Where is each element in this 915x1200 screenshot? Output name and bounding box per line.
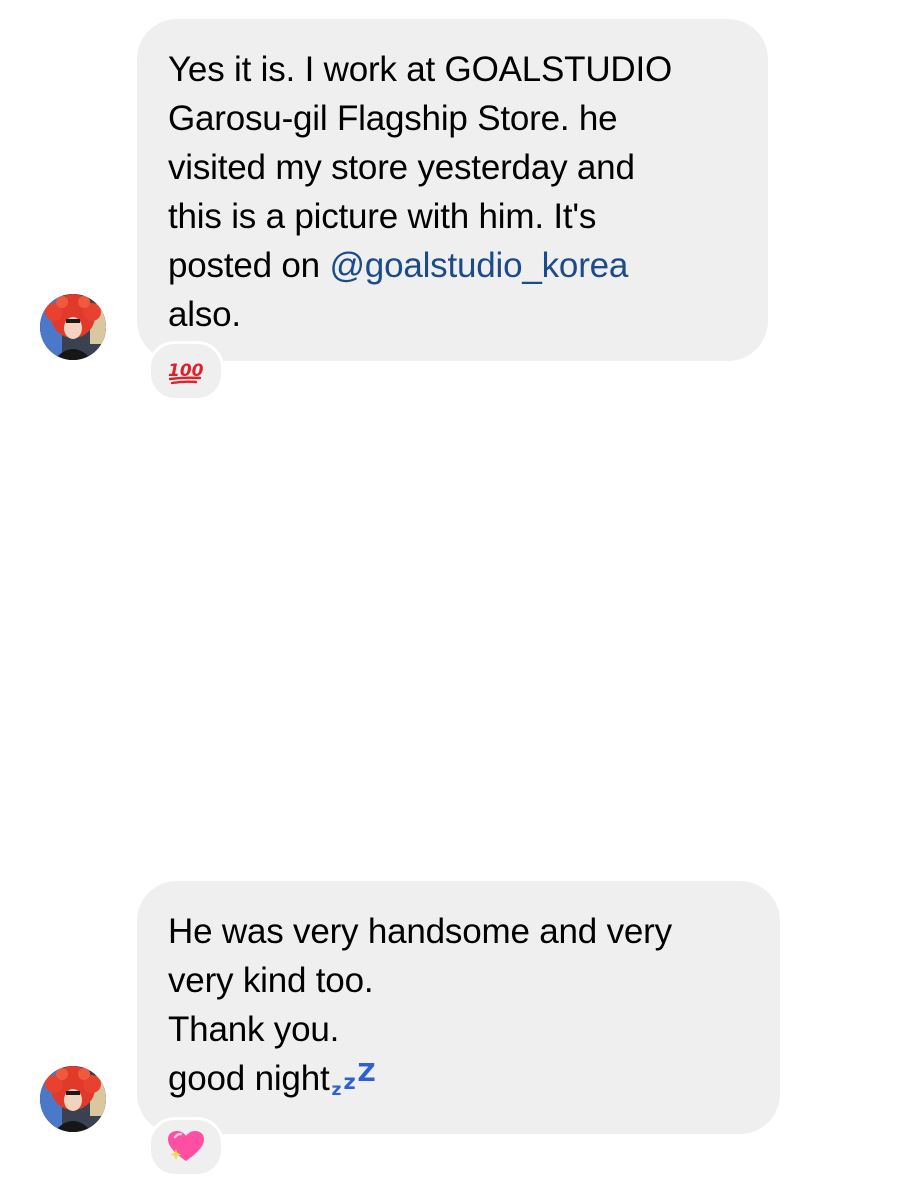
message-line: Thank you. [168, 1010, 340, 1049]
message-line: Yes it is. I work at GOALSTUDIO [168, 50, 673, 89]
avatar-image [40, 294, 106, 360]
avatar-image [40, 1066, 106, 1132]
message-line: also. [168, 295, 241, 334]
message-bubble[interactable]: He was very handsome and very very kind … [137, 881, 780, 1134]
message-line: He was very handsome and very [168, 912, 672, 951]
message-line: very kind too. [168, 961, 374, 1000]
avatar[interactable] [40, 1066, 106, 1132]
message-text: good night [168, 1059, 330, 1098]
message-line: visited my store yesterday and [168, 148, 635, 187]
reaction-badge[interactable]: 100 [148, 341, 224, 401]
hundred-points-icon: 100 [168, 361, 204, 385]
message-bubble[interactable]: Yes it is. I work at GOALSTUDIO Garosu-g… [137, 19, 768, 361]
message-line: posted on @goalstudio_korea [168, 241, 736, 290]
message-line: this is a picture with him. It's [168, 197, 597, 236]
message-group-1: Yes it is. I work at GOALSTUDIO Garosu-g… [0, 0, 915, 420]
message-text: posted on [168, 246, 330, 285]
message-group-2: He was very handsome and very very kind … [0, 860, 915, 1200]
message-line: Garosu-gil Flagship Store. he [168, 99, 618, 138]
mention-link[interactable]: @goalstudio_korea [329, 246, 628, 285]
message-line: good night z z Z [168, 1054, 748, 1103]
sparkling-heart-icon [168, 1131, 204, 1161]
zzz-icon: zzZ [331, 1058, 376, 1100]
avatar[interactable] [40, 294, 106, 360]
reaction-badge[interactable] [148, 1117, 224, 1177]
